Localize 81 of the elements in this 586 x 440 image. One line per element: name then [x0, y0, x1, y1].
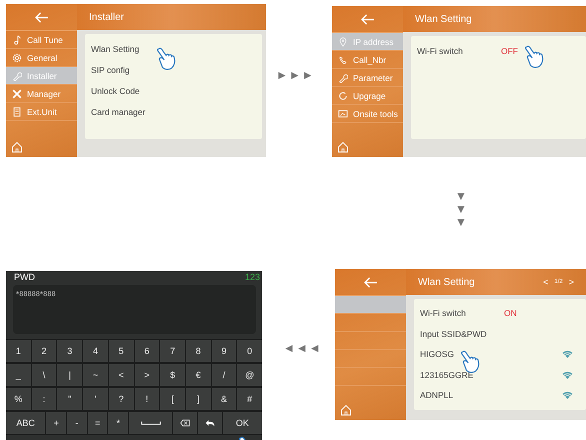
- keyboard-key[interactable]: |: [57, 364, 82, 386]
- keyboard-key[interactable]: 7: [160, 340, 185, 362]
- keyboard-key[interactable]: -: [67, 412, 87, 434]
- keyboard-key[interactable]: !: [134, 388, 160, 410]
- hand-pointer-icon: [524, 44, 546, 70]
- keyboard-key[interactable]: =: [88, 412, 108, 434]
- back-arrow-icon[interactable]: [34, 12, 49, 22]
- keyboard-key[interactable]: #: [237, 388, 262, 410]
- home-icon[interactable]: [340, 404, 352, 416]
- monitor-icon: [338, 108, 348, 118]
- screen-title: Wlan Setting: [418, 276, 475, 288]
- network-name[interactable]: HIGOSG: [420, 349, 504, 360]
- keyboard-key[interactable]: 1: [6, 340, 31, 362]
- keyboard-key[interactable]: 2: [32, 340, 56, 362]
- keyboard-mode[interactable]: 123: [244, 272, 260, 282]
- keyboard-key[interactable]: 9: [212, 340, 236, 362]
- menu-item[interactable]: Card manager: [91, 106, 175, 116]
- return-arrow-icon: [204, 419, 215, 427]
- switch-value[interactable]: OFF: [501, 46, 518, 56]
- setting-label: Wi-Fi switch: [420, 308, 467, 318]
- screen-title: Installer: [89, 12, 124, 22]
- keyboard-key[interactable]: 5: [108, 340, 134, 362]
- keyboard-key[interactable]: €: [186, 364, 211, 386]
- home-icon[interactable]: [337, 141, 349, 153]
- flow-arrow: ►►►: [276, 68, 315, 82]
- keyboard-key[interactable]: \: [32, 364, 56, 386]
- menu-item[interactable]: Input SSID&PWD: [420, 328, 504, 339]
- keyboard-key[interactable]: [: [160, 388, 185, 410]
- keyboard-key[interactable]: 3: [57, 340, 82, 362]
- music-note-icon: [12, 34, 22, 44]
- phone-icon: [338, 54, 348, 64]
- keyboard-key[interactable]: OK: [222, 412, 262, 434]
- keyboard-key[interactable]: ": [57, 388, 82, 410]
- screen-title: Wlan Setting: [415, 14, 472, 24]
- keyboard-key[interactable]: ?: [108, 388, 134, 410]
- keyboard-key[interactable]: $: [160, 364, 185, 386]
- location-pin-icon: [338, 36, 348, 46]
- wrench-icon: [12, 70, 22, 80]
- keyboard-key[interactable]: :: [32, 388, 56, 410]
- keyboard-key[interactable]: 8: [186, 340, 211, 362]
- keyboard-key[interactable]: /: [212, 364, 236, 386]
- setting-label: Wi-Fi switch: [417, 46, 464, 56]
- space-bar-icon: [140, 420, 161, 426]
- field-label: PWD: [14, 272, 35, 282]
- switch-value[interactable]: ON: [504, 308, 517, 318]
- wifi-icon: [562, 391, 573, 400]
- space-key[interactable]: [129, 412, 172, 434]
- document-icon: [12, 106, 22, 116]
- gear-icon: [12, 52, 22, 62]
- keyboard-key[interactable]: 4: [83, 340, 108, 362]
- keyboard-key[interactable]: _: [6, 364, 31, 386]
- flow-arrow: ▼▼▼: [455, 190, 467, 230]
- keyboard-key[interactable]: 0: [237, 340, 262, 362]
- keyboard-key[interactable]: ABC: [6, 412, 46, 434]
- network-name[interactable]: ADNPLL: [420, 390, 504, 400]
- keyboard-key[interactable]: 6: [134, 340, 160, 362]
- menu-item[interactable]: Unlock Code: [91, 86, 175, 96]
- keyboard-key[interactable]: *: [108, 412, 128, 434]
- back-arrow-icon[interactable]: [360, 14, 375, 24]
- flow-arrow: ◄◄◄: [283, 341, 322, 355]
- network-name[interactable]: 123165GGRE: [420, 370, 504, 380]
- keyboard-key[interactable]: ]: [186, 388, 211, 410]
- enter-key[interactable]: [198, 412, 222, 434]
- keyboard-key[interactable]: @: [237, 364, 262, 386]
- wifi-icon: [562, 350, 573, 358]
- hand-pointer-icon: [156, 46, 178, 72]
- tools-icon: [12, 88, 22, 98]
- back-arrow-icon[interactable]: [363, 276, 378, 288]
- keyboard-key[interactable]: >: [134, 364, 160, 386]
- keyboard-key[interactable]: ~: [83, 364, 108, 386]
- home-icon[interactable]: [11, 141, 23, 153]
- keyboard-key[interactable]: ': [83, 388, 108, 410]
- keyboard-key[interactable]: &: [212, 388, 236, 410]
- backspace-icon: [180, 419, 190, 427]
- refresh-icon: [338, 90, 348, 100]
- wifi-icon: [562, 370, 573, 379]
- wrench-icon: [338, 72, 348, 82]
- keyboard-key[interactable]: <: [108, 364, 134, 386]
- backspace-key[interactable]: [173, 412, 198, 434]
- keyboard-key[interactable]: %: [6, 388, 31, 410]
- keyboard-key[interactable]: +: [46, 412, 66, 434]
